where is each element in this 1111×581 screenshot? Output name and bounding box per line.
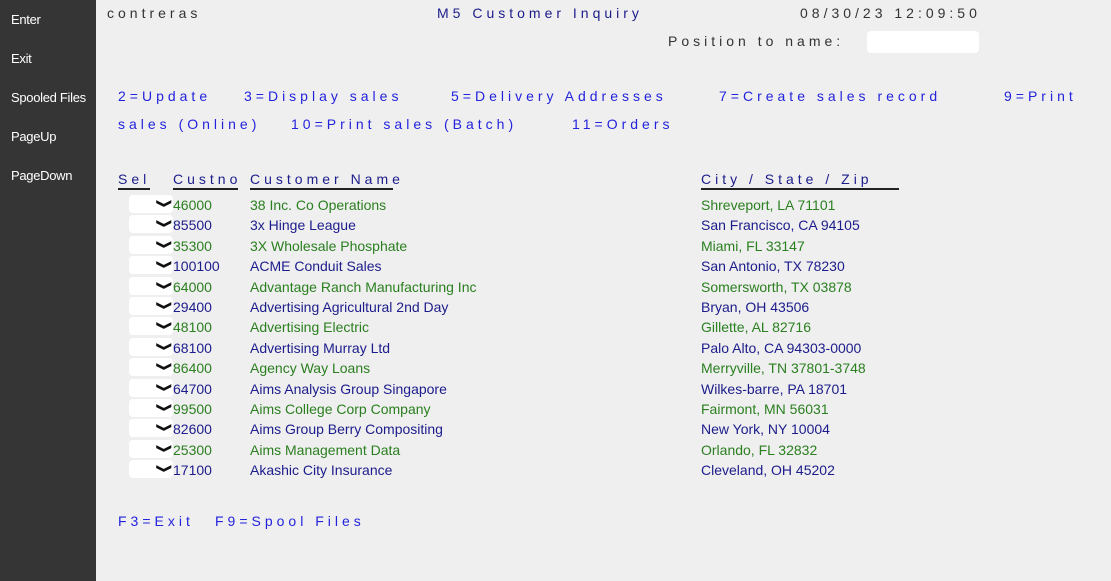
page-down-button[interactable]: PageDown xyxy=(11,168,73,183)
enter-button[interactable]: Enter xyxy=(11,12,41,27)
table-row: ❯ 48100 Advertising Electric Gillette, AL 8… xyxy=(96,317,996,337)
customer-name-cell: ACME Conduit Sales xyxy=(250,258,382,275)
chevron-down-icon[interactable]: ❯ xyxy=(156,301,173,310)
city-state-zip-cell: New York, NY 10004 xyxy=(701,421,830,438)
custno-cell: 99500 xyxy=(173,401,212,417)
custno-cell: 100100 xyxy=(173,258,220,275)
city-state-zip-cell: Somersworth, TX 03878 xyxy=(701,278,852,295)
chevron-down-icon[interactable]: ❯ xyxy=(156,260,173,269)
customer-name-cell: Aims College Corp Company xyxy=(250,401,431,417)
city-state-zip-cell: Orlando, FL 32832 xyxy=(701,441,818,458)
table-row: ❯ 64000 Advantage Ranch Manufacturing Inc S… xyxy=(96,276,996,297)
chevron-down-icon[interactable]: ❯ xyxy=(156,199,173,208)
table-row: ❯ 100100 ACME Conduit Sales San Antonio, TX… xyxy=(96,256,996,276)
city-state-zip-cell: Miami, FL 33147 xyxy=(701,237,805,254)
chevron-down-icon[interactable]: ❯ xyxy=(156,342,173,351)
date-time: 08/30/23 12:09:50 xyxy=(800,5,981,21)
custno-cell: 86400 xyxy=(173,360,212,377)
table-row: ❯ 99500 Aims College Corp Company Fairmont,… xyxy=(96,399,996,419)
custno-cell: 64700 xyxy=(173,380,212,397)
city-state-zip-cell: Fairmont, MN 56031 xyxy=(701,401,829,417)
table-row: ❯ 35300 3X Wholesale Phosphate Miami, FL 33… xyxy=(96,235,996,256)
table-row: ❯ 82600 Aims Group Berry Compositing New Yo… xyxy=(96,419,996,439)
footer-f3-exit: F3=Exit xyxy=(118,513,194,529)
exit-button[interactable]: Exit xyxy=(11,51,32,66)
customer-name-cell: Advantage Ranch Manufacturing Inc xyxy=(250,278,477,295)
city-state-zip-cell: Cleveland, OH 45202 xyxy=(701,462,835,479)
custno-cell: 35300 xyxy=(173,237,212,254)
chevron-down-icon[interactable]: ❯ xyxy=(156,464,173,473)
custno-cell: 68100 xyxy=(173,339,212,356)
table-row: ❯ 17100 Akashic City Insurance Cleveland, O… xyxy=(96,460,996,480)
col-header-city-state-zip: City / State / Zip xyxy=(701,171,899,190)
option-print-batch: 10=Print sales (Batch) xyxy=(291,116,518,132)
customer-name-cell: Akashic City Insurance xyxy=(250,462,393,479)
position-to-name-label: Position to name: xyxy=(668,33,845,49)
customer-name-cell: Aims Group Berry Compositing xyxy=(250,421,443,438)
chevron-down-icon[interactable]: ❯ xyxy=(156,321,173,330)
customer-name-cell: 38 Inc. Co Operations xyxy=(250,197,387,213)
col-header-custno: Custno xyxy=(173,171,238,190)
city-state-zip-cell: Palo Alto, CA 94303-0000 xyxy=(701,339,862,356)
custno-cell: 48100 xyxy=(173,319,212,336)
table-row: ❯ 46000 38 Inc. Co Operations Shreveport, L… xyxy=(96,195,996,215)
customer-name-cell: 3X Wholesale Phosphate xyxy=(250,237,408,254)
custno-cell: 17100 xyxy=(173,462,212,479)
custno-cell: 64000 xyxy=(173,278,212,295)
customer-name-cell: Advertising Electric xyxy=(250,319,370,336)
table-row: ❯ 68100 Advertising Murray Ltd Palo Alto, C… xyxy=(96,337,996,358)
city-state-zip-cell: San Francisco, CA 94105 xyxy=(701,217,860,234)
custno-cell: 46000 xyxy=(173,197,212,213)
customer-name-cell: Advertising Agricultural 2nd Day xyxy=(250,299,449,315)
table-row: ❯ 86400 Agency Way Loans Merryville, TN 378… xyxy=(96,358,996,378)
chevron-down-icon[interactable]: ❯ xyxy=(156,423,173,432)
option-update: 2=Update xyxy=(118,88,212,104)
table-row: ❯ 25300 Aims Management Data Orlando, FL 32… xyxy=(96,439,996,460)
city-state-zip-cell: Shreveport, LA 71101 xyxy=(701,197,836,213)
col-header-customer-name: Customer Name xyxy=(250,171,400,190)
page-up-button[interactable]: PageUp xyxy=(11,129,56,144)
main-screen: contreras M5 Customer Inquiry 08/30/23 1… xyxy=(96,0,1111,581)
position-to-name-input[interactable] xyxy=(867,31,979,53)
chevron-down-icon[interactable]: ❯ xyxy=(156,382,173,391)
customer-name-cell: Advertising Murray Ltd xyxy=(250,339,391,356)
city-state-zip-cell: Merryville, TN 37801-3748 xyxy=(701,360,866,377)
option-print-online: 9=Print xyxy=(1004,88,1077,104)
table-row: ❯ 29400 Advertising Agricultural 2nd Day Br… xyxy=(96,297,996,317)
custno-cell: 29400 xyxy=(173,299,212,315)
chevron-down-icon[interactable]: ❯ xyxy=(156,444,173,453)
customer-name-cell: Agency Way Loans xyxy=(250,360,371,377)
option-orders: 11=Orders xyxy=(572,116,674,132)
chevron-down-icon[interactable]: ❯ xyxy=(156,240,173,249)
table-row: ❯ 85500 3x Hinge League San Francisco, CA 9… xyxy=(96,215,996,235)
city-state-zip-cell: San Antonio, TX 78230 xyxy=(701,258,845,275)
col-header-sel: Sel xyxy=(118,171,150,190)
city-state-zip-cell: Wilkes-barre, PA 18701 xyxy=(701,380,848,397)
user-name: contreras xyxy=(107,5,202,21)
chevron-down-icon[interactable]: ❯ xyxy=(156,403,173,412)
custno-cell: 82600 xyxy=(173,421,212,438)
option-delivery-addresses: 5=Delivery Addresses xyxy=(451,88,667,104)
customer-name-cell: Aims Management Data xyxy=(250,441,401,458)
chevron-down-icon[interactable]: ❯ xyxy=(156,219,173,228)
chevron-down-icon[interactable]: ❯ xyxy=(156,362,173,371)
chevron-down-icon[interactable]: ❯ xyxy=(156,280,173,289)
spooled-files-button[interactable]: Spooled Files xyxy=(11,90,86,105)
option-display-sales: 3=Display sales xyxy=(244,88,403,104)
option-print-online-cont: sales (Online) xyxy=(118,116,261,132)
customer-name-cell: 3x Hinge League xyxy=(250,217,356,234)
table-row: ❯ 64700 Aims Analysis Group Singapore Wilke… xyxy=(96,378,996,399)
custno-cell: 85500 xyxy=(173,217,212,234)
screen-title: M5 Customer Inquiry xyxy=(437,5,643,21)
customer-name-cell: Aims Analysis Group Singapore xyxy=(250,380,447,397)
city-state-zip-cell: Gillette, AL 82716 xyxy=(701,319,812,336)
footer-f9-spool-files: F9=Spool Files xyxy=(215,513,365,529)
city-state-zip-cell: Bryan, OH 43506 xyxy=(701,299,810,315)
option-create-sales-record: 7=Create sales record xyxy=(719,88,942,104)
function-key-sidebar: Enter Exit Spooled Files PageUp PageDown xyxy=(0,0,96,581)
custno-cell: 25300 xyxy=(173,441,212,458)
